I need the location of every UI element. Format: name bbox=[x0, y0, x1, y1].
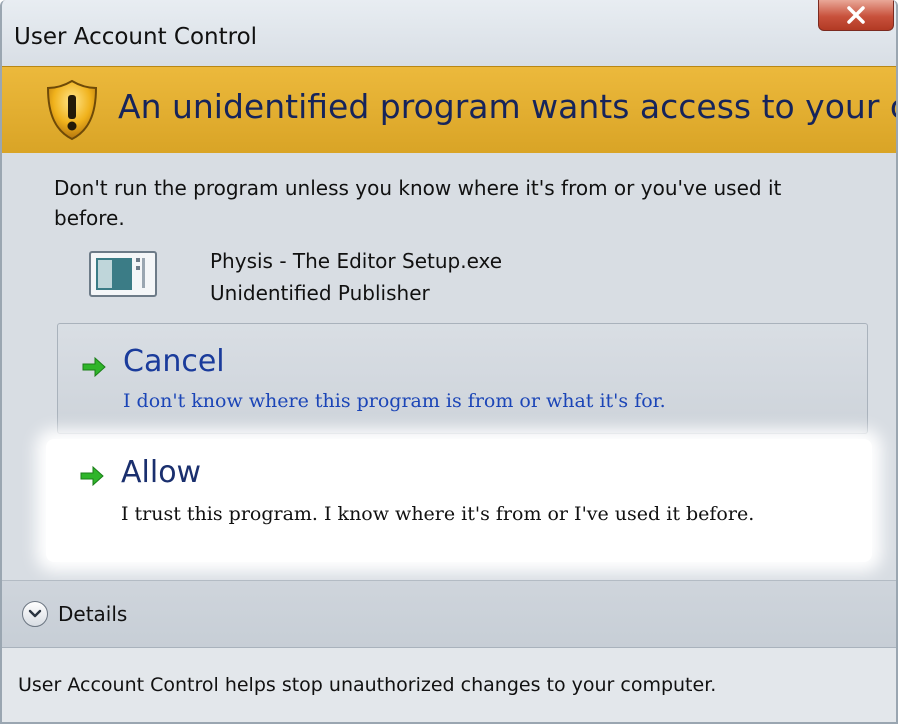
title-bar: User Account Control bbox=[2, 0, 896, 72]
window-title: User Account Control bbox=[14, 24, 258, 50]
allow-title: Allow bbox=[121, 455, 202, 490]
close-button[interactable] bbox=[818, 0, 894, 31]
content-area: Don't run the program unless you know wh… bbox=[2, 153, 896, 580]
close-icon bbox=[847, 6, 865, 24]
program-name: Physis - The Editor Setup.exe bbox=[210, 249, 503, 273]
details-area: Details bbox=[2, 580, 896, 647]
chevron-down-icon bbox=[28, 609, 42, 618]
footer: User Account Control helps stop unauthor… bbox=[2, 647, 896, 722]
details-button[interactable]: Details bbox=[22, 597, 127, 631]
program-window-icon bbox=[89, 251, 157, 297]
program-publisher: Unidentified Publisher bbox=[210, 281, 430, 305]
allow-option-button[interactable]: Allow I trust this program. I know where… bbox=[46, 439, 872, 562]
uac-dialog: User Account Control An unidentified pro… bbox=[0, 0, 898, 724]
details-label: Details bbox=[58, 602, 128, 626]
footer-text: User Account Control helps stop unauthor… bbox=[18, 674, 717, 696]
shield-warning-icon bbox=[46, 79, 98, 141]
warning-text: Don't run the program unless you know wh… bbox=[54, 176, 782, 230]
green-arrow-icon bbox=[80, 465, 104, 487]
warning-banner: An unidentified program wants access to … bbox=[2, 66, 896, 154]
cancel-title: Cancel bbox=[123, 344, 225, 379]
cancel-option-button[interactable]: Cancel I don't know where this program i… bbox=[57, 323, 868, 434]
green-arrow-icon bbox=[82, 356, 106, 378]
banner-title: An unidentified program wants access to … bbox=[118, 87, 896, 126]
chevron-down-circle-icon bbox=[22, 601, 48, 627]
allow-subtitle: I trust this program. I know where it's … bbox=[121, 503, 755, 525]
cancel-subtitle: I don't know where this program is from … bbox=[123, 390, 666, 412]
